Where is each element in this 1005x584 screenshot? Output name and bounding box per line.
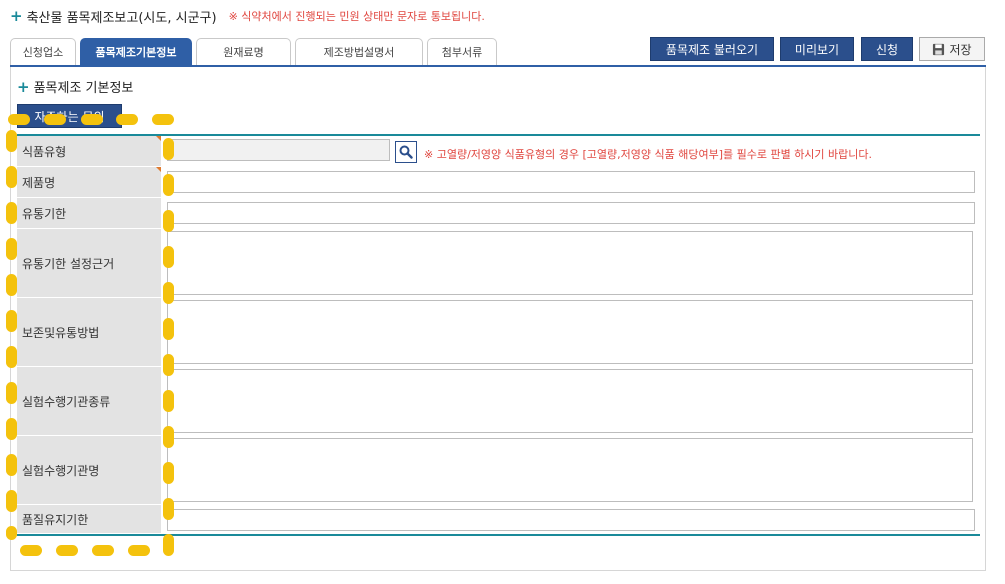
floppy-disk-icon [933, 43, 945, 55]
highlight-dash [163, 390, 174, 412]
highlight-dash [6, 526, 17, 540]
highlight-dash [6, 382, 17, 404]
expiry-input[interactable] [167, 202, 975, 224]
highlight-dash [163, 534, 174, 556]
highlight-dash [116, 114, 138, 125]
highlight-dash [8, 114, 30, 125]
submit-button[interactable]: 신청 [861, 37, 913, 61]
highlight-dash [163, 246, 174, 268]
form-row-quality-period: 품질유지기한 [17, 505, 980, 534]
highlight-dash [44, 114, 66, 125]
lab-name-textarea[interactable] [167, 438, 973, 502]
highlight-dash [128, 545, 150, 556]
highlight-dash [6, 310, 17, 332]
highlight-dash [6, 274, 17, 296]
page-header: + 축산물 품목제조보고(시도, 시군구) ※ 식약처에서 진행되는 민원 상태… [10, 6, 485, 26]
save-label: 저장 [949, 42, 972, 57]
highlight-dash [163, 210, 174, 232]
highlight-dash [6, 130, 17, 152]
product-name-input[interactable] [167, 171, 975, 193]
food-type-note: ※ 고열량/저영양 식품유형의 경우 [고열량,저영양 식품 해당여부]를 필수… [424, 148, 873, 161]
highlight-dash [163, 426, 174, 448]
save-button[interactable]: 저장 [919, 37, 985, 61]
highlight-dash [6, 166, 17, 188]
expiry-basis-label: 유통기한 설정근거 [17, 229, 161, 297]
highlight-dash [163, 354, 174, 376]
form-row-storage: 보존및유통방법 [17, 298, 980, 367]
search-icon [399, 145, 413, 159]
section-header: + 품목제조 기본정보 [17, 77, 134, 97]
form-row-product-name: 제품명 [17, 167, 980, 198]
form-row-expiry-basis: 유통기한 설정근거 [17, 229, 980, 298]
highlight-dash [6, 202, 17, 224]
highlight-dash [152, 114, 174, 125]
tab-applicant[interactable]: 신청업소 [10, 38, 76, 65]
food-type-search-button[interactable] [395, 141, 417, 163]
highlight-dash [163, 174, 174, 196]
tab-manufacturing-method[interactable]: 제조방법설명서 [295, 38, 423, 65]
expiry-label: 유통기한 [17, 198, 161, 228]
storage-label: 보존및유통방법 [17, 298, 161, 366]
product-name-label: 제품명 [17, 167, 161, 197]
sms-notice: ※ 식약처에서 진행되는 민원 상태만 문자로 통보됩니다. [228, 10, 485, 23]
section-title: 품목제조 기본정보 [33, 81, 134, 96]
plus-icon: + [17, 77, 30, 96]
highlight-dash [163, 318, 174, 340]
food-type-input[interactable] [167, 139, 390, 161]
highlight-dash [6, 346, 17, 368]
quality-period-input[interactable] [167, 509, 975, 531]
highlight-dash [6, 454, 17, 476]
expiry-basis-textarea[interactable] [167, 231, 973, 295]
preview-button[interactable]: 미리보기 [780, 37, 854, 61]
load-product-button[interactable]: 품목제조 불러오기 [650, 37, 774, 61]
lab-name-label: 실험수행기관명 [17, 436, 161, 504]
highlight-dash [20, 545, 42, 556]
highlight-dash [6, 418, 17, 440]
plus-icon: + [10, 7, 23, 25]
tab-basic-info[interactable]: 품목제조기본정보 [80, 38, 192, 65]
tab-ingredients[interactable]: 원재료명 [196, 38, 291, 65]
lab-type-label: 실험수행기관종류 [17, 367, 161, 435]
storage-textarea[interactable] [167, 300, 973, 364]
form-row-food-type: 식품유형 ※ 고열량/저영양 식품유형의 경우 [고열량,저영양 식품 해당여부… [17, 136, 980, 167]
form-bottom-rule [17, 534, 980, 536]
highlight-dash [163, 138, 174, 160]
highlight-dash [56, 545, 78, 556]
highlight-dash [163, 462, 174, 484]
page-title: 축산물 품목제조보고(시도, 시군구) [26, 10, 217, 26]
highlight-dash [6, 490, 17, 512]
highlight-dash [81, 114, 103, 125]
highlight-dash [163, 498, 174, 520]
quality-period-label: 품질유지기한 [17, 505, 161, 533]
form-row-lab-type: 실험수행기관종류 [17, 367, 980, 436]
highlight-dash [6, 238, 17, 260]
form-row-lab-name: 실험수행기관명 [17, 436, 980, 505]
food-type-label: 식품유형 [17, 136, 161, 166]
highlight-dash [163, 282, 174, 304]
form-row-expiry: 유통기한 [17, 198, 980, 229]
tab-attachments[interactable]: 첨부서류 [427, 38, 497, 65]
highlight-dash [92, 545, 114, 556]
lab-type-textarea[interactable] [167, 369, 973, 433]
faq-button[interactable]: 자주하는 문의 [17, 104, 122, 128]
